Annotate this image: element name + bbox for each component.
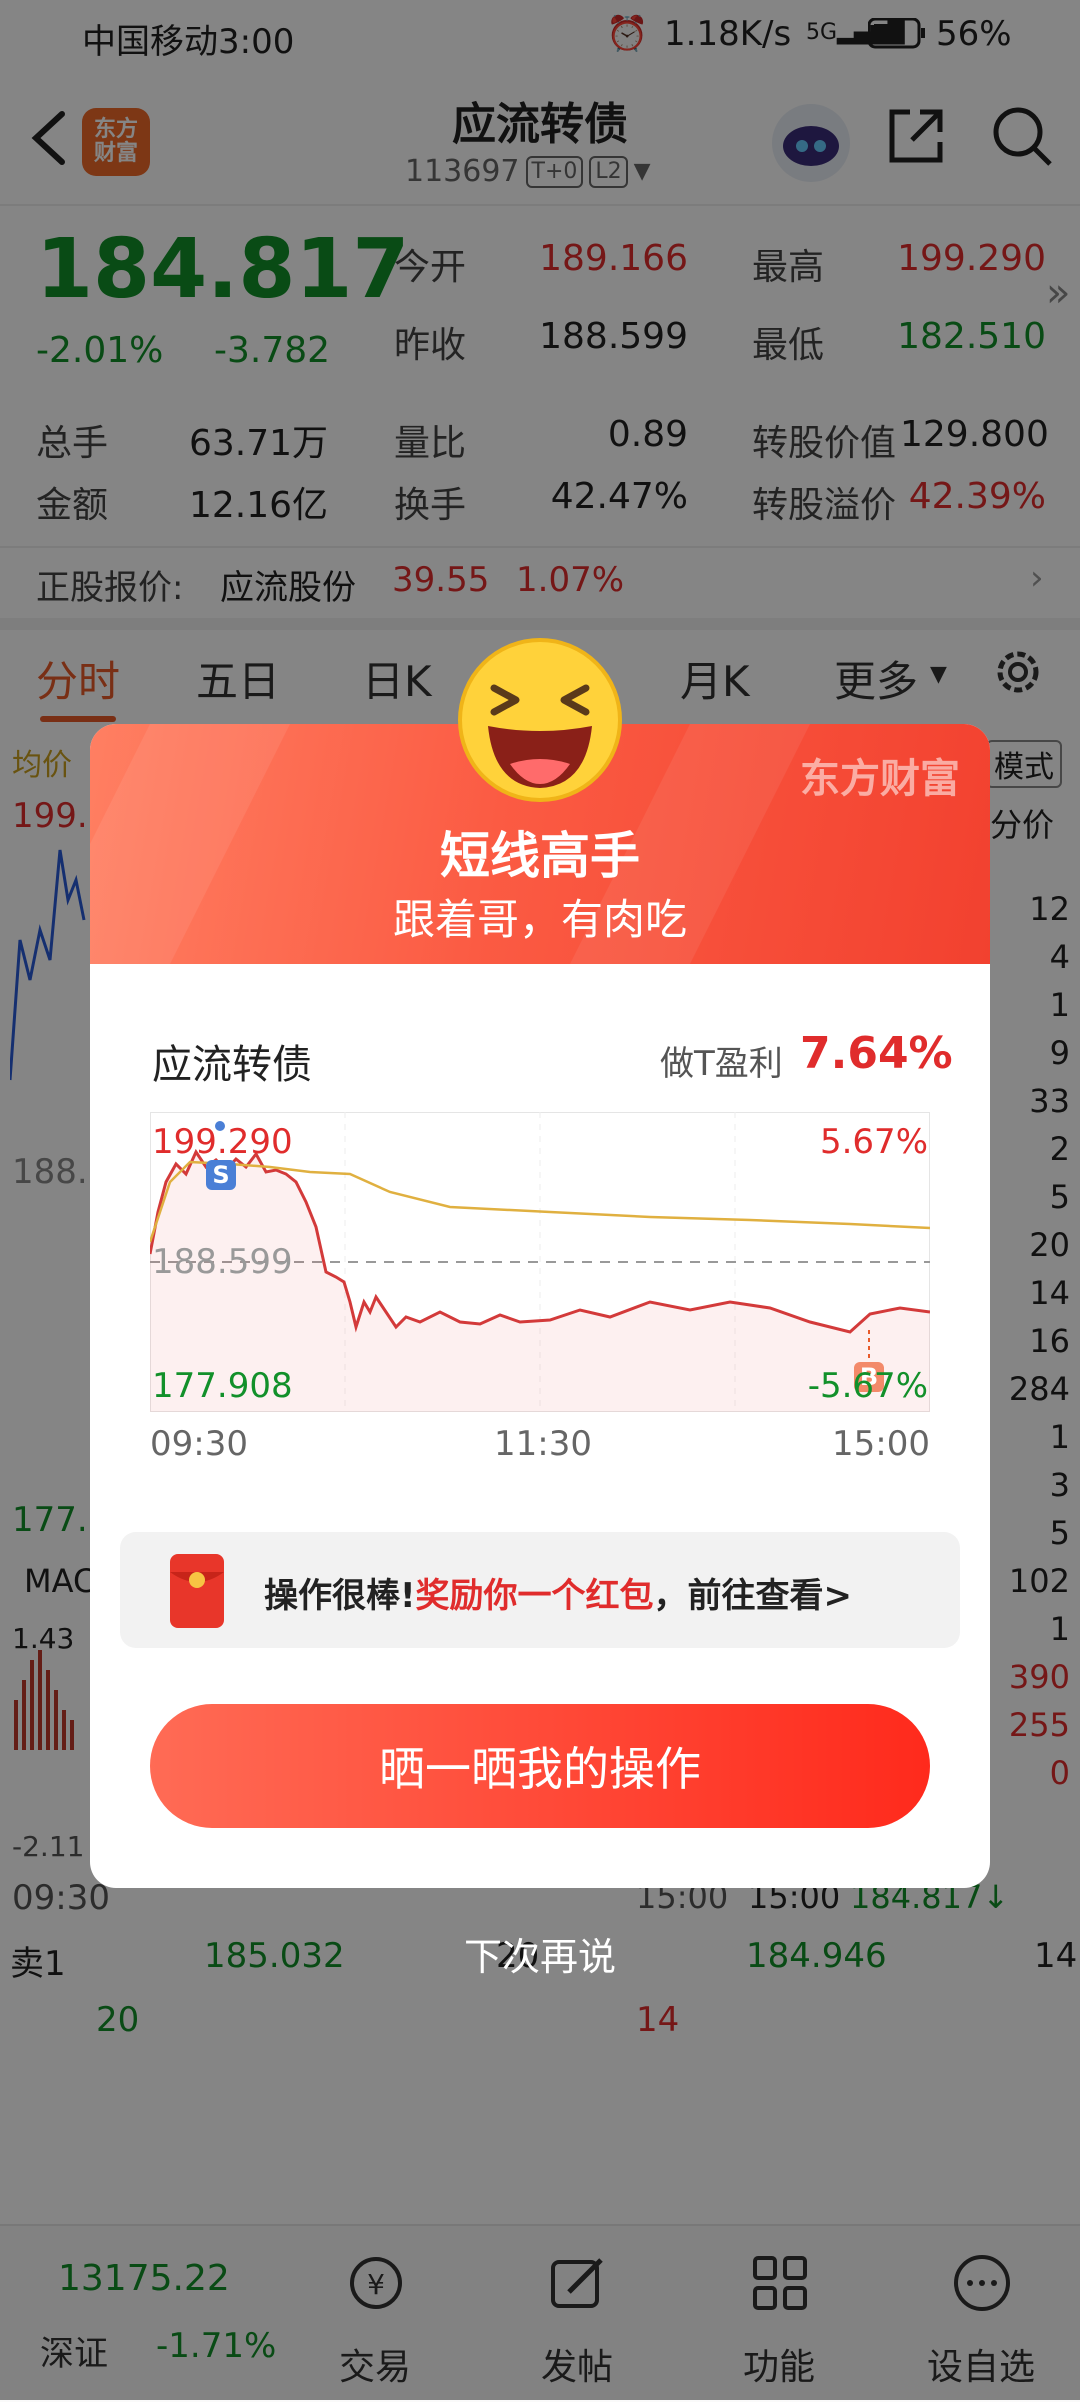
modal-subtitle: 跟着哥，有肉吃 (392, 895, 687, 944)
time-start: 09:30 (150, 1424, 248, 1464)
profit-label: 做T盈利 (660, 1044, 783, 1084)
svg-text:S: S (212, 1161, 229, 1189)
dismiss-later-button[interactable]: 下次再说 (0, 1926, 1080, 1981)
share-operation-button[interactable]: 晒一晒我的操作 (150, 1704, 930, 1828)
mini-intraday-chart: S B 199.290 188.599 177.908 5.67% -5.67% (150, 1112, 930, 1412)
mini-mid: 188.599 (152, 1242, 293, 1282)
time-mid: 11:30 (494, 1424, 592, 1464)
red-packet-icon (170, 1554, 224, 1628)
profit-value: 7.64% (800, 1028, 953, 1079)
banner-text: 操作很棒!奖励你一个红包，前往查看> (264, 1576, 853, 1616)
mini-up-pct: 5.67% (819, 1122, 928, 1162)
mini-low: 177.908 (152, 1366, 293, 1406)
time-end: 15:00 (832, 1424, 930, 1464)
brand-watermark: 东方财富 (800, 756, 960, 802)
modal-title: 短线高手 (440, 827, 640, 885)
mini-down-pct: -5.67% (807, 1366, 928, 1406)
bond-name: 应流转债 (152, 1042, 312, 1088)
laughing-emoji-icon (458, 638, 622, 802)
red-packet-banner[interactable]: 操作很棒!奖励你一个红包，前往查看> (120, 1532, 960, 1648)
mini-high: 199.290 (152, 1122, 293, 1162)
promo-modal: 东方财富 短线高手 跟着哥，有肉吃 应流转债 做T盈利 7.64% S B 19… (90, 724, 990, 1888)
